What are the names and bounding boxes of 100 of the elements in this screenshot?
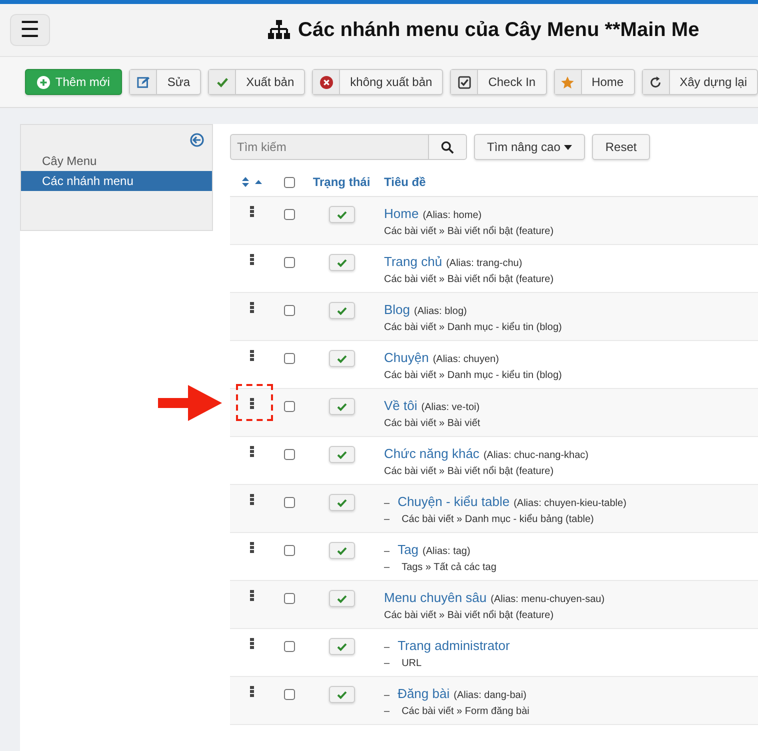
checkin-button[interactable]: Check In xyxy=(450,69,547,95)
drag-handle-icon[interactable] xyxy=(250,302,254,313)
column-header[interactable]: Tiêu đề xyxy=(384,175,426,189)
sitemap-icon xyxy=(268,20,290,40)
drag-handle-icon[interactable] xyxy=(250,350,254,361)
check-icon xyxy=(336,498,346,506)
item-title-link[interactable]: Blog xyxy=(384,302,410,317)
row-checkbox[interactable] xyxy=(284,641,294,652)
row-checkbox[interactable] xyxy=(284,209,294,220)
check-icon xyxy=(336,258,346,266)
check-icon xyxy=(336,210,346,218)
select-all-checkbox[interactable] xyxy=(284,176,294,188)
drag-handle-icon[interactable] xyxy=(250,446,254,457)
alias-text: (Alias: tag) xyxy=(422,546,470,557)
publish-toggle[interactable] xyxy=(328,686,354,703)
check-icon xyxy=(336,546,346,554)
alias-text: (Alias: trang-chu) xyxy=(446,258,522,269)
item-title-link[interactable]: Trang chủ xyxy=(384,254,442,269)
alias-text: (Alias: menu-chuyen-sau) xyxy=(490,594,605,605)
check-icon xyxy=(336,690,346,698)
publish-toggle[interactable] xyxy=(328,446,354,463)
row-checkbox[interactable] xyxy=(284,305,294,316)
item-type: Tags » Tất cả các tag xyxy=(402,562,496,573)
column-header[interactable]: Trạng thái xyxy=(312,175,370,189)
check-icon xyxy=(336,402,346,410)
drag-handle-icon[interactable] xyxy=(250,398,254,409)
item-title-link[interactable]: Trang administrator xyxy=(398,638,510,653)
drag-handle-icon[interactable] xyxy=(250,686,254,697)
edit-button[interactable]: Sửa xyxy=(129,69,202,95)
refresh-icon xyxy=(649,76,662,88)
check-icon xyxy=(336,354,346,362)
item-type: Các bài viết » Danh mục - kiểu bảng (table) xyxy=(402,514,594,525)
drag-handle-icon[interactable] xyxy=(250,638,254,649)
sidebar-item[interactable]: Các nhánh menu xyxy=(21,171,212,191)
row-checkbox[interactable] xyxy=(284,593,294,604)
unpublish-button[interactable]: không xuất bản xyxy=(312,69,444,95)
search-field[interactable]: Tìm kiếm xyxy=(230,134,428,160)
publish-toggle[interactable] xyxy=(328,494,354,511)
menu-button[interactable]: ☰ xyxy=(10,14,50,46)
item-title-link[interactable]: Chuyện - kiểu table xyxy=(398,494,510,509)
publish-toggle[interactable] xyxy=(328,590,354,607)
item-title-link[interactable]: Chuyện xyxy=(384,350,429,365)
publish-toggle[interactable] xyxy=(328,254,354,271)
indent-mark: – xyxy=(384,498,390,509)
check-icon xyxy=(336,642,346,650)
cancel-icon xyxy=(320,76,333,88)
row-checkbox[interactable] xyxy=(284,449,294,460)
indent-mark: – xyxy=(384,514,390,525)
sort-asc-icon[interactable] xyxy=(255,180,262,184)
item-type: URL xyxy=(402,658,422,669)
edit-icon xyxy=(136,76,150,88)
indent-mark: – xyxy=(384,562,390,573)
row-checkbox[interactable] xyxy=(284,689,294,700)
item-type: Các bài viết » Danh mục - kiểu tin (blog) xyxy=(384,370,562,381)
sidebar-item[interactable]: Cây Menu xyxy=(21,151,212,171)
page-title: Các nhánh menu của Cây Menu **Main Me xyxy=(298,18,700,42)
row-checkbox[interactable] xyxy=(284,497,294,508)
alias-text: (Alias: chuyen) xyxy=(432,354,499,365)
indent-mark: – xyxy=(384,706,390,717)
sort-icon[interactable] xyxy=(242,177,249,187)
check-icon xyxy=(336,450,346,458)
publish-toggle[interactable] xyxy=(328,542,354,559)
check-icon xyxy=(216,76,229,88)
item-title-link[interactable]: Về tôi xyxy=(384,398,418,413)
publish-toggle[interactable] xyxy=(328,350,354,367)
item-type: Các bài viết » Bài viết nổi bật (feature) xyxy=(384,466,554,477)
alias-text: (Alias: chuyen-kieu-table) xyxy=(514,498,626,509)
publish-toggle[interactable] xyxy=(328,206,354,223)
drag-handle-icon[interactable] xyxy=(250,494,254,505)
drag-handle-icon[interactable] xyxy=(250,542,254,553)
drag-handle-icon[interactable] xyxy=(250,206,254,217)
item-title-link[interactable]: Home xyxy=(384,206,419,221)
row-checkbox[interactable] xyxy=(284,401,294,412)
star-icon xyxy=(561,76,574,88)
publish-toggle[interactable] xyxy=(328,638,354,655)
check-icon xyxy=(336,594,346,602)
publish-toggle[interactable] xyxy=(328,398,354,415)
new-button[interactable]: Thêm mới xyxy=(25,69,122,95)
item-type: Các bài viết » Bài viết nổi bật (feature) xyxy=(384,274,554,285)
row-checkbox[interactable] xyxy=(284,353,294,364)
item-title-link[interactable]: Đăng bài xyxy=(398,686,450,701)
publish-toggle[interactable] xyxy=(328,302,354,319)
search-button[interactable] xyxy=(428,134,467,160)
search-icon xyxy=(441,140,454,154)
row-checkbox[interactable] xyxy=(284,545,294,556)
drag-handle-icon[interactable] xyxy=(250,254,254,265)
collapse-icon[interactable] xyxy=(190,133,204,147)
item-type: Các bài viết » Bài viết xyxy=(384,418,480,429)
reset-button[interactable]: Reset xyxy=(592,134,650,160)
row-checkbox[interactable] xyxy=(284,257,294,268)
publish-button[interactable]: Xuất bản xyxy=(208,69,306,95)
home-button[interactable]: Home xyxy=(554,69,635,95)
drag-handle-icon[interactable] xyxy=(250,590,254,601)
advanced-search-button[interactable]: Tìm nâng cao xyxy=(474,134,586,160)
item-title-link[interactable]: Menu chuyên sâu xyxy=(384,590,487,605)
rebuild-button[interactable]: Xây dựng lại xyxy=(642,69,758,95)
item-title-link[interactable]: Tag xyxy=(398,542,419,557)
plus-icon xyxy=(37,76,50,88)
item-title-link[interactable]: Chức năng khác xyxy=(384,446,480,461)
indent-mark: – xyxy=(384,546,390,557)
